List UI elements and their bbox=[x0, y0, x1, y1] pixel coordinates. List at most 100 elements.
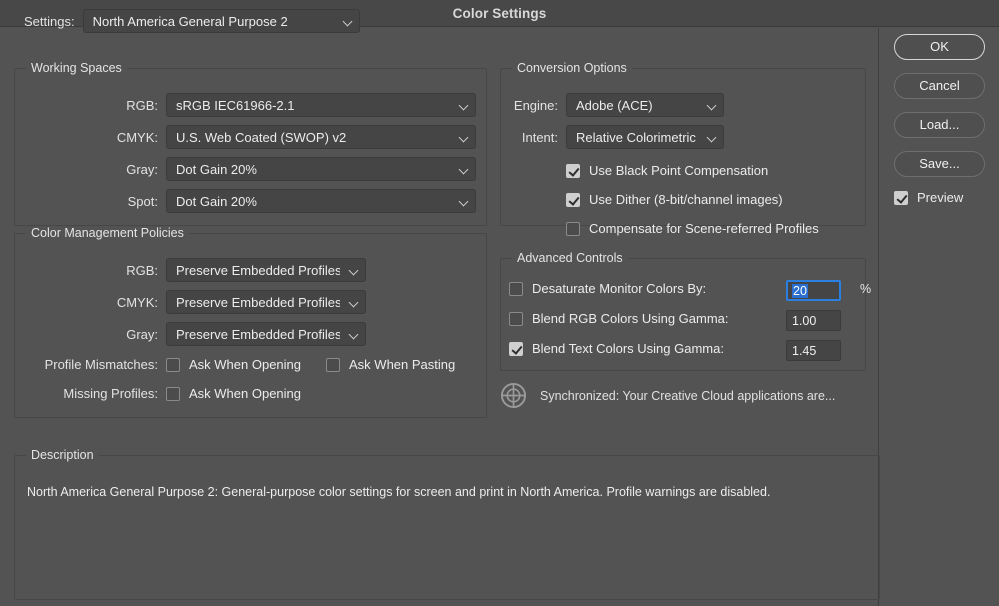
use-dither-checkbox[interactable]: Use Dither (8-bit/channel images) bbox=[566, 192, 783, 207]
working-space-value-spot: Dot Gain 20% bbox=[176, 193, 257, 209]
missing-profiles-label: Missing Profiles: bbox=[63, 386, 158, 401]
blend-text-gamma-row: Blend Text Colors Using Gamma: 1.45 bbox=[509, 340, 859, 361]
conversion-engine-value: Adobe (ACE) bbox=[576, 97, 653, 113]
blend-text-gamma-input[interactable]: 1.45 bbox=[786, 340, 841, 361]
desaturate-monitor-colors-input[interactable]: 20 bbox=[786, 280, 841, 301]
settings-preset-value: North America General Purpose 2 bbox=[92, 13, 288, 29]
conversion-intent-select[interactable]: Relative Colorimetric bbox=[566, 125, 724, 149]
sync-target-icon bbox=[500, 382, 527, 409]
advanced-controls-title: Advanced Controls bbox=[512, 251, 628, 265]
checkbox-icon bbox=[509, 341, 523, 356]
blend-rgb-gamma-value: 1.00 bbox=[792, 313, 817, 328]
desaturate-monitor-colors-checkbox[interactable]: Desaturate Monitor Colors By: bbox=[509, 281, 706, 296]
policy-row-rgb: RGB: Preserve Embedded Profiles bbox=[15, 258, 366, 282]
chevron-down-icon bbox=[460, 165, 469, 174]
profile-mismatches-ask-when-pasting-checkbox[interactable]: Ask When Pasting bbox=[326, 357, 455, 372]
working-space-select-cmyk[interactable]: U.S. Web Coated (SWOP) v2 bbox=[166, 125, 476, 149]
checkbox-icon bbox=[509, 281, 523, 296]
advanced-controls-group: Advanced Controls Desaturate Monitor Col… bbox=[500, 251, 871, 371]
blend-text-gamma-checkbox[interactable]: Blend Text Colors Using Gamma: bbox=[509, 341, 724, 356]
missing-profiles-ask-when-opening-checkbox[interactable]: Ask When Opening bbox=[166, 386, 301, 401]
checkbox-icon bbox=[566, 221, 580, 236]
chevron-down-icon bbox=[708, 133, 717, 142]
settings-preset-select[interactable]: North America General Purpose 2 bbox=[82, 9, 360, 33]
ok-button[interactable]: OK bbox=[894, 34, 985, 60]
chevron-down-icon bbox=[460, 133, 469, 142]
profile-mismatches-ask-when-opening-checkbox[interactable]: Ask When Opening bbox=[166, 357, 301, 372]
preview-label: Preview bbox=[917, 190, 964, 205]
blend-rgb-gamma-row: Blend RGB Colors Using Gamma: 1.00 bbox=[509, 310, 859, 331]
profile-mismatches-label: Profile Mismatches: bbox=[44, 357, 158, 372]
desaturate-monitor-colors-label: Desaturate Monitor Colors By: bbox=[532, 281, 707, 296]
cancel-button[interactable]: Cancel bbox=[894, 73, 985, 99]
checkbox-icon bbox=[566, 163, 580, 178]
preview-checkbox[interactable]: Preview bbox=[894, 190, 999, 205]
policy-value-gray: Preserve Embedded Profiles bbox=[176, 326, 340, 342]
compensate-scene-referred-profiles-checkbox[interactable]: Compensate for Scene-referred Profiles bbox=[566, 221, 819, 236]
working-space-label-cmyk: CMYK: bbox=[116, 129, 158, 145]
conversion-options-group: Conversion Options Engine: Adobe (ACE) I… bbox=[500, 61, 866, 236]
conversion-engine-select[interactable]: Adobe (ACE) bbox=[566, 93, 724, 117]
sync-status-row: Synchronized: Your Creative Cloud applic… bbox=[500, 382, 835, 409]
working-space-label-spot: Spot: bbox=[127, 193, 158, 209]
profile-mismatches-ask-when-opening-label: Ask When Opening bbox=[189, 357, 302, 372]
description-group: Description North America General Purpos… bbox=[14, 448, 880, 600]
dialog-title: Color Settings bbox=[452, 5, 547, 21]
chevron-down-icon bbox=[460, 197, 469, 206]
use-dither-label: Use Dither (8-bit/channel images) bbox=[589, 192, 783, 207]
checkbox-icon bbox=[566, 192, 580, 207]
working-space-select-rgb[interactable]: sRGB IEC61966-2.1 bbox=[166, 93, 476, 117]
working-space-value-rgb: sRGB IEC61966-2.1 bbox=[176, 97, 295, 113]
working-space-row-cmyk: CMYK: U.S. Web Coated (SWOP) v2 bbox=[15, 125, 488, 149]
policy-row-cmyk: CMYK: Preserve Embedded Profiles bbox=[15, 290, 366, 314]
color-management-policies-title: Color Management Policies bbox=[26, 226, 189, 240]
working-spaces-title: Working Spaces bbox=[26, 61, 127, 75]
color-management-policies-group: Color Management Policies RGB: Preserve … bbox=[14, 226, 487, 418]
desaturate-monitor-colors-value: 20 bbox=[792, 283, 808, 298]
sync-status-text: Synchronized: Your Creative Cloud applic… bbox=[540, 388, 836, 403]
policy-select-cmyk[interactable]: Preserve Embedded Profiles bbox=[166, 290, 366, 314]
policy-label-gray: Gray: bbox=[126, 326, 158, 342]
missing-profiles-ask-when-opening-label: Ask When Opening bbox=[189, 386, 302, 401]
description-text: North America General Purpose 2: General… bbox=[27, 485, 771, 499]
working-space-label-rgb: RGB: bbox=[126, 97, 158, 113]
settings-label: Settings: bbox=[24, 13, 75, 29]
policy-label-rgb: RGB: bbox=[126, 262, 158, 278]
policy-value-rgb: Preserve Embedded Profiles bbox=[176, 262, 340, 278]
working-space-select-spot[interactable]: Dot Gain 20% bbox=[166, 189, 476, 213]
blend-rgb-gamma-input[interactable]: 1.00 bbox=[786, 310, 841, 331]
checkbox-icon bbox=[326, 357, 341, 372]
settings-preset-row: Settings: North America General Purpose … bbox=[24, 9, 360, 33]
desaturate-monitor-colors-row: Desaturate Monitor Colors By: 20 % bbox=[509, 280, 871, 301]
working-space-row-spot: Spot: Dot Gain 20% bbox=[15, 189, 488, 213]
chevron-down-icon bbox=[350, 266, 359, 275]
chevron-down-icon bbox=[350, 330, 359, 339]
policy-select-rgb[interactable]: Preserve Embedded Profiles bbox=[166, 258, 366, 282]
load-button[interactable]: Load... bbox=[894, 112, 985, 138]
blend-rgb-gamma-label: Blend RGB Colors Using Gamma: bbox=[532, 311, 729, 326]
conversion-options-title: Conversion Options bbox=[512, 61, 632, 75]
policy-select-gray[interactable]: Preserve Embedded Profiles bbox=[166, 322, 366, 346]
working-spaces-group: Working Spaces RGB: sRGB IEC61966-2.1 CM… bbox=[14, 61, 488, 226]
working-space-label-gray: Gray: bbox=[126, 161, 158, 177]
desaturate-percent-suffix: % bbox=[860, 281, 872, 296]
profile-mismatches-row: Profile Mismatches: Ask When Opening Ask… bbox=[15, 357, 456, 372]
checkbox-icon bbox=[509, 311, 523, 326]
checkbox-icon bbox=[166, 386, 180, 401]
conversion-intent-value: Relative Colorimetric bbox=[576, 129, 696, 145]
description-title: Description bbox=[26, 448, 99, 462]
conversion-intent-label: Intent: bbox=[521, 129, 558, 145]
use-black-point-compensation-label: Use Black Point Compensation bbox=[589, 163, 769, 178]
policy-label-cmyk: CMYK: bbox=[116, 294, 158, 310]
blend-text-gamma-label: Blend Text Colors Using Gamma: bbox=[532, 341, 724, 356]
use-black-point-compensation-checkbox[interactable]: Use Black Point Compensation bbox=[566, 163, 768, 178]
color-settings-dialog: Color Settings Settings: North America G… bbox=[0, 0, 999, 606]
save-button[interactable]: Save... bbox=[894, 151, 985, 177]
blend-rgb-gamma-checkbox[interactable]: Blend RGB Colors Using Gamma: bbox=[509, 311, 729, 326]
missing-profiles-row: Missing Profiles: Ask When Opening bbox=[15, 386, 301, 401]
working-space-row-gray: Gray: Dot Gain 20% bbox=[15, 157, 488, 181]
checkbox-icon bbox=[894, 190, 908, 205]
working-space-select-gray[interactable]: Dot Gain 20% bbox=[166, 157, 476, 181]
chevron-down-icon bbox=[708, 101, 717, 110]
profile-mismatches-ask-when-pasting-label: Ask When Pasting bbox=[349, 357, 456, 372]
